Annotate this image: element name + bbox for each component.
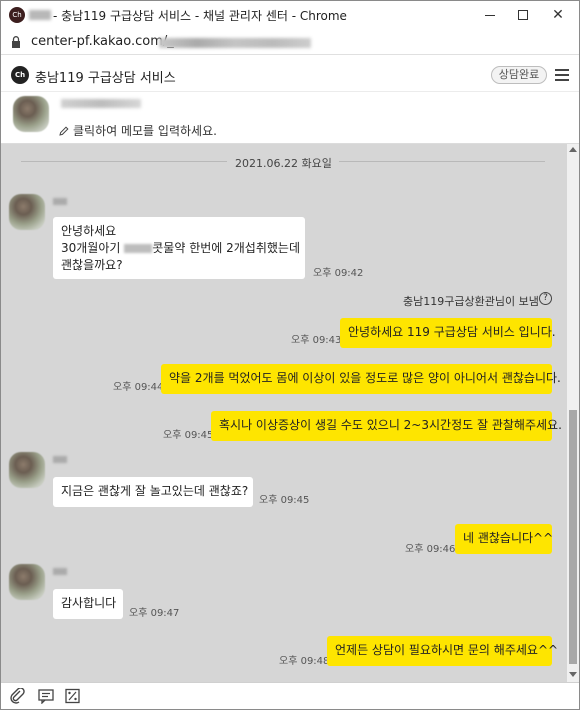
- pencil-icon: [59, 126, 69, 136]
- blurred-sender-name: [53, 456, 67, 463]
- template-icon[interactable]: [37, 688, 55, 704]
- help-icon[interactable]: ?: [539, 292, 552, 305]
- maximize-button[interactable]: [506, 1, 540, 29]
- kakao-channel-icon: Ch: [9, 7, 25, 23]
- sender-avatar: [9, 564, 45, 600]
- channel-title: 충남119 구급상담 서비스: [35, 71, 176, 86]
- url-text[interactable]: center-pf.kakao.com/_: [31, 34, 174, 49]
- customer-profile: 클릭하여 메모를 입력하세요.: [1, 92, 579, 144]
- memo-input[interactable]: 클릭하여 메모를 입력하세요.: [59, 122, 217, 139]
- chat-header: Ch 충남119 구급상담 서비스 상담완료: [1, 56, 579, 92]
- outgoing-message: 약을 2개를 먹었어도 몸에 이상이 있을 정도로 많은 양이 아니어서 괜찮습…: [161, 364, 561, 394]
- address-bar[interactable]: center-pf.kakao.com/_: [1, 29, 579, 55]
- blurred-sender-name: [53, 198, 67, 205]
- message-text: 괜찮을까요?: [61, 258, 123, 272]
- date-divider-left: [21, 161, 227, 162]
- blurred-url-path: [159, 38, 311, 48]
- message-text: 30개월아기 콧물약 한번에 2개섭취했는데: [61, 241, 301, 255]
- blurred-drug-name: [124, 244, 153, 253]
- close-icon: ✕: [552, 7, 564, 23]
- outgoing-message: 안녕하세요 119 구급상담 서비스 입니다.: [340, 318, 556, 348]
- incoming-message: 감사합니다: [53, 589, 123, 619]
- title-bar: Ch - 충남119 구급상담 서비스 - 채널 관리자 센터 - Chrome…: [1, 1, 579, 29]
- message-time: 오후 09:48: [279, 656, 330, 667]
- outgoing-message: 혹시나 이상증상이 생길 수도 있으니 2~3시간정도 잘 관찰해주세요.: [211, 411, 562, 441]
- window-title: - 충남119 구급상담 서비스 - 채널 관리자 센터 - Chrome: [53, 9, 347, 23]
- message-time: 오후 09:47: [129, 608, 180, 619]
- sent-by-label: 충남119구급상환관님이 보냄: [403, 295, 539, 308]
- sender-avatar: [9, 194, 45, 230]
- memo-placeholder: 클릭하여 메모를 입력하세요.: [73, 124, 217, 138]
- blurred-sender-name: [53, 568, 67, 575]
- date-divider: 2021.06.22 화요일: [235, 157, 332, 170]
- outgoing-message: 언제든 상담이 필요하시면 문의 해주세요^^: [327, 636, 558, 666]
- blurred-title-prefix: [29, 10, 51, 20]
- message-text: 안녕하세요: [61, 224, 117, 238]
- date-divider-right: [339, 161, 545, 162]
- minimize-icon: [485, 14, 495, 16]
- outgoing-message: 네 괜찮습니다^^: [455, 524, 553, 554]
- emoticon-icon[interactable]: [64, 688, 82, 704]
- message-time: 오후 09:43: [291, 335, 342, 346]
- bottom-toolbar: [1, 682, 579, 709]
- browser-window: Ch - 충남119 구급상담 서비스 - 채널 관리자 센터 - Chrome…: [0, 0, 580, 710]
- message-time: 오후 09:45: [163, 430, 214, 441]
- scroll-down-icon[interactable]: [569, 672, 577, 677]
- incoming-message: 지금은 괜찮게 잘 놀고있는데 괜찮죠?: [53, 477, 253, 507]
- channel-logo-icon: Ch: [11, 66, 29, 84]
- customer-avatar: [13, 96, 49, 132]
- chat-area[interactable]: 2021.06.22 화요일 안녕하세요 30개월아기 콧물약 한번에 2개섭취…: [1, 144, 567, 682]
- lock-icon: [12, 36, 20, 48]
- menu-icon[interactable]: [555, 69, 569, 81]
- sender-avatar: [9, 452, 45, 488]
- message-time: 오후 09:46: [405, 544, 456, 555]
- blurred-customer-name: [61, 99, 141, 108]
- message-time: 오후 09:45: [259, 495, 310, 506]
- consult-status-button[interactable]: 상담완료: [491, 66, 547, 84]
- scroll-thumb[interactable]: [569, 410, 577, 664]
- incoming-message: 안녕하세요 30개월아기 콧물약 한번에 2개섭취했는데 괜찮을까요?: [53, 217, 305, 279]
- minimize-button[interactable]: [473, 1, 507, 29]
- attach-icon[interactable]: [9, 688, 27, 704]
- maximize-icon: [518, 10, 528, 20]
- close-button[interactable]: ✕: [541, 1, 575, 29]
- scroll-up-icon[interactable]: [569, 147, 577, 152]
- message-time: 오후 09:44: [113, 382, 164, 393]
- chat-scrollbar[interactable]: [567, 144, 579, 682]
- message-time: 오후 09:42: [313, 268, 364, 279]
